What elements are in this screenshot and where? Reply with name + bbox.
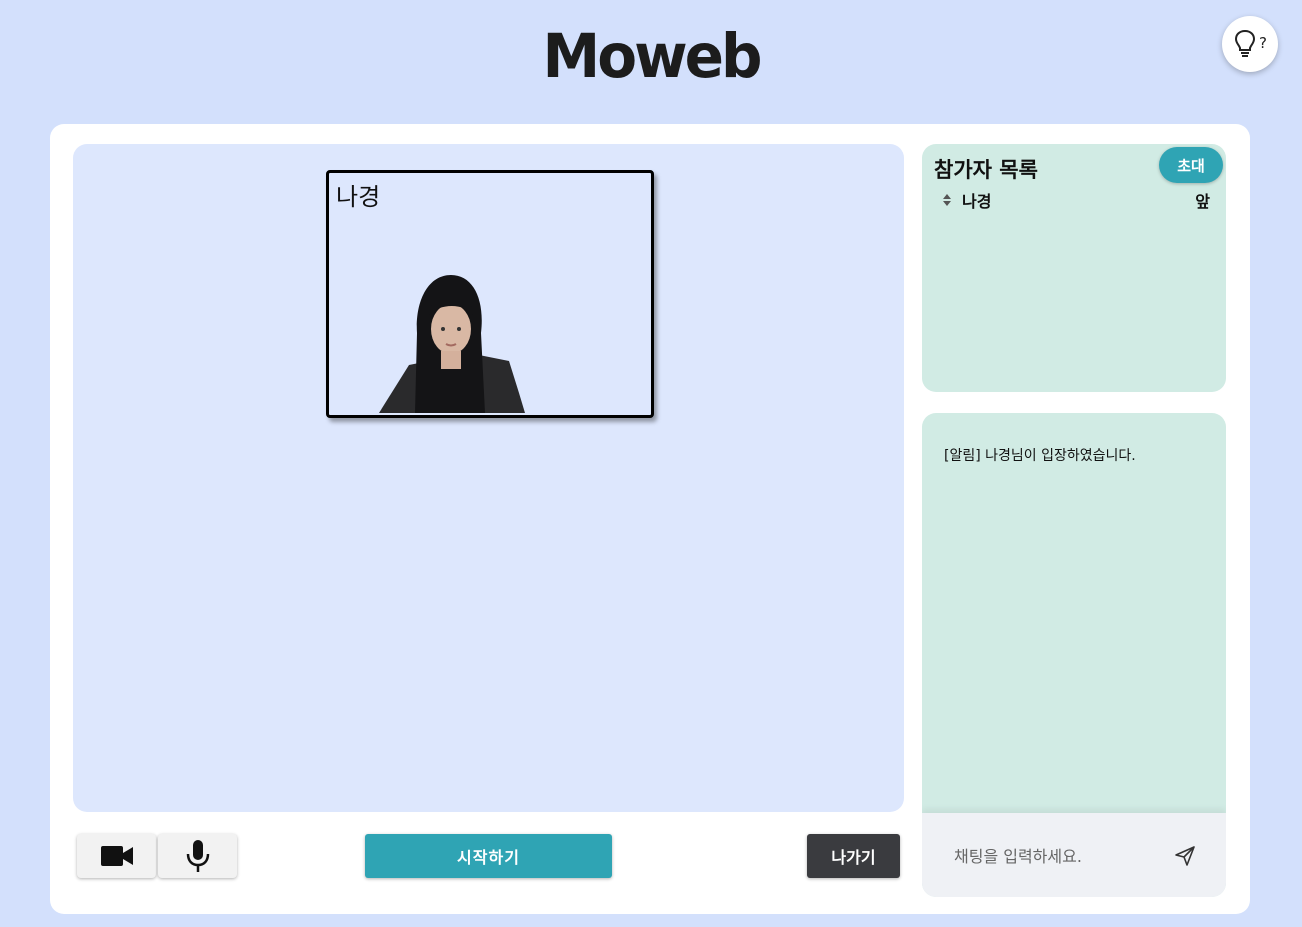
video-stage: 나경	[73, 144, 904, 812]
help-button[interactable]: ?	[1222, 16, 1278, 72]
chat-input-area	[922, 813, 1226, 897]
participant-list-title: 참가자 목록	[934, 158, 1038, 182]
leave-button[interactable]: 나가기	[807, 834, 900, 878]
start-button[interactable]: 시작하기	[365, 834, 612, 878]
participant-name: 나경	[962, 192, 992, 211]
chat-panel: [알림] 나경님이 입장하였습니다.	[922, 413, 1226, 897]
camera-toggle-button[interactable]	[77, 834, 156, 878]
sort-icon	[943, 194, 951, 206]
help-label: ?	[1259, 34, 1267, 52]
app-logo: Moweb	[542, 20, 763, 92]
participant-video-feed	[379, 275, 525, 413]
video-camera-icon	[100, 846, 133, 866]
video-participant-name: 나경	[336, 183, 381, 211]
participant-panel: 참가자 목록 초대 나경 앞	[922, 144, 1226, 392]
chat-input[interactable]	[952, 843, 1156, 869]
main-card: 나경 시작하기 나가기 참가자 목록 초대 나경 앞 [알림] 나경님이 입장하…	[50, 124, 1250, 914]
participant-list-item[interactable]: 나경 앞	[942, 188, 1210, 212]
invite-button[interactable]: 초대	[1159, 147, 1223, 183]
send-icon[interactable]	[1174, 845, 1196, 867]
microphone-toggle-button[interactable]	[158, 834, 237, 878]
participant-status: 앞	[1195, 192, 1210, 211]
video-tile: 나경	[326, 170, 654, 418]
media-controls	[77, 834, 237, 878]
microphone-icon	[186, 840, 209, 872]
chat-message: [알림] 나경님이 입장하였습니다.	[944, 448, 1136, 464]
